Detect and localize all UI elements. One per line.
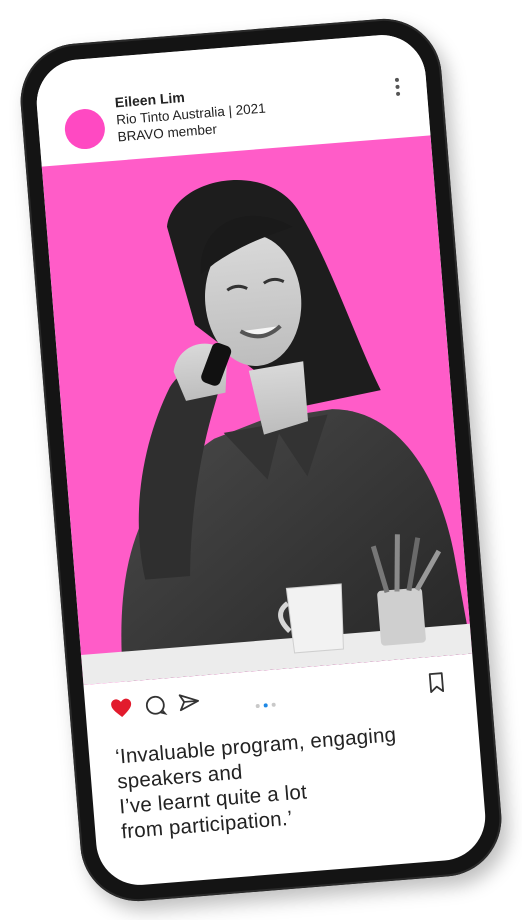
carousel-dot-active — [263, 703, 268, 708]
carousel-dot — [271, 702, 276, 707]
phone-screen: Eileen Lim Rio Tinto Australia | 2021 BR… — [33, 31, 489, 889]
stage: Eileen Lim Rio Tinto Australia | 2021 BR… — [0, 0, 522, 920]
vertical-ellipsis-icon[interactable] — [394, 77, 402, 100]
heart-icon[interactable] — [109, 695, 135, 721]
avatar[interactable] — [63, 107, 107, 151]
phone-frame: Eileen Lim Rio Tinto Australia | 2021 BR… — [16, 14, 506, 906]
carousel-dot — [255, 703, 260, 709]
post-photo — [41, 135, 473, 685]
bookmark-icon[interactable] — [423, 670, 449, 696]
woman-on-phone-illustration — [81, 180, 473, 685]
send-icon[interactable] — [176, 690, 202, 716]
author-block: Eileen Lim Rio Tinto Australia | 2021 BR… — [114, 83, 267, 146]
comment-icon[interactable] — [142, 692, 168, 718]
carousel-indicator — [255, 693, 289, 709]
post-caption: ‘Invaluable program, engaging speakers a… — [114, 717, 461, 844]
